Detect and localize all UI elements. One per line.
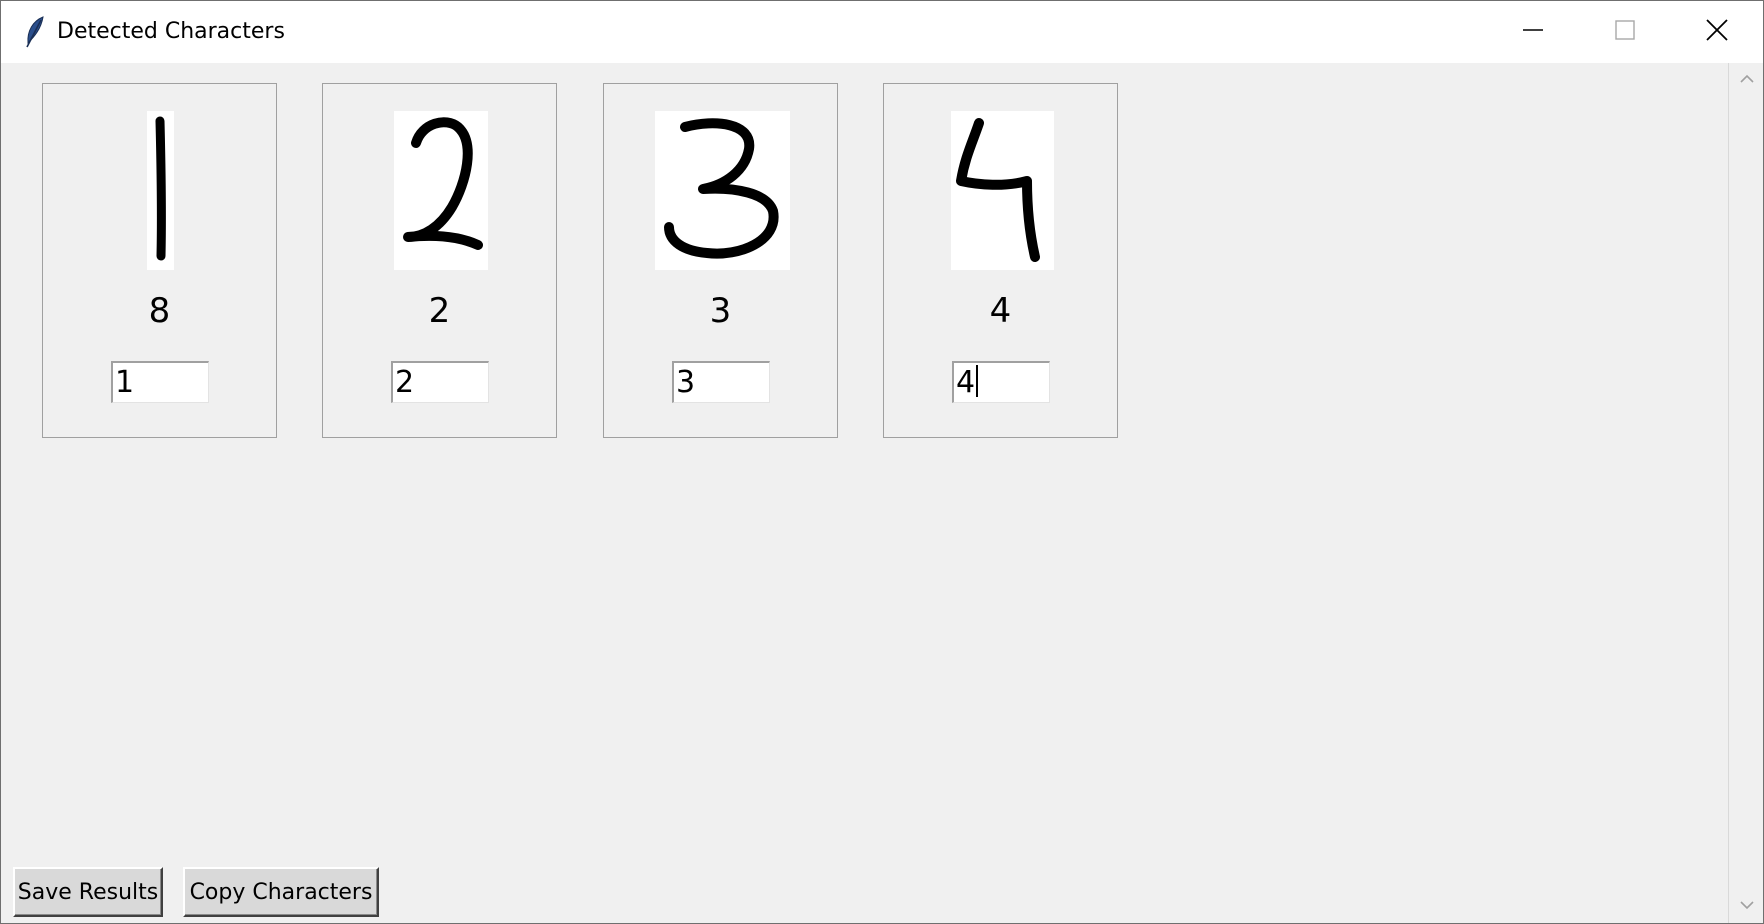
- feather-icon: [23, 15, 47, 49]
- character-card: 2 2: [322, 83, 557, 438]
- correction-input[interactable]: 4: [952, 361, 1050, 403]
- copy-characters-button[interactable]: Copy Characters: [183, 867, 379, 917]
- maximize-button[interactable]: [1579, 1, 1671, 63]
- handwritten-digit-one-image: [155, 116, 166, 261]
- handwritten-digit-two-image: [403, 117, 483, 250]
- text-cursor: [976, 365, 979, 397]
- predicted-label: 2: [428, 291, 451, 331]
- handwritten-digit-four-image: [956, 118, 1040, 262]
- handwritten-digit-three-image: [664, 118, 779, 259]
- character-card: 4 4: [883, 83, 1118, 438]
- character-image: [394, 111, 488, 270]
- predicted-label: 8: [148, 291, 171, 331]
- character-image: [147, 111, 174, 270]
- character-image: [655, 111, 790, 270]
- maximize-icon: [1614, 19, 1636, 46]
- window-title: Detected Characters: [57, 19, 285, 44]
- scroll-up-button[interactable]: [1729, 63, 1763, 97]
- chevron-down-icon: [1739, 897, 1755, 915]
- scroll-down-button[interactable]: [1729, 889, 1763, 923]
- character-image: [951, 111, 1054, 270]
- correction-input[interactable]: 1: [111, 361, 209, 403]
- minimize-button[interactable]: [1487, 1, 1579, 63]
- character-card: 8 1: [42, 83, 277, 438]
- save-results-button[interactable]: Save Results: [13, 867, 163, 917]
- correction-input[interactable]: 2: [391, 361, 489, 403]
- close-button[interactable]: [1671, 1, 1763, 63]
- predicted-label: 4: [989, 291, 1012, 331]
- character-card: 3 3: [603, 83, 838, 438]
- chevron-up-icon: [1739, 71, 1755, 89]
- minimize-icon: [1522, 19, 1544, 46]
- title-bar[interactable]: Detected Characters: [1, 1, 1763, 63]
- close-icon: [1705, 18, 1729, 47]
- predicted-label: 3: [709, 291, 732, 331]
- correction-input[interactable]: 3: [672, 361, 770, 403]
- vertical-scrollbar[interactable]: [1728, 63, 1763, 923]
- app-window: Detected Characters 8 1 2 2 3 3 4 4 Save…: [0, 0, 1764, 924]
- characters-panel: 8 1 2 2 3 3 4 4: [1, 63, 1728, 923]
